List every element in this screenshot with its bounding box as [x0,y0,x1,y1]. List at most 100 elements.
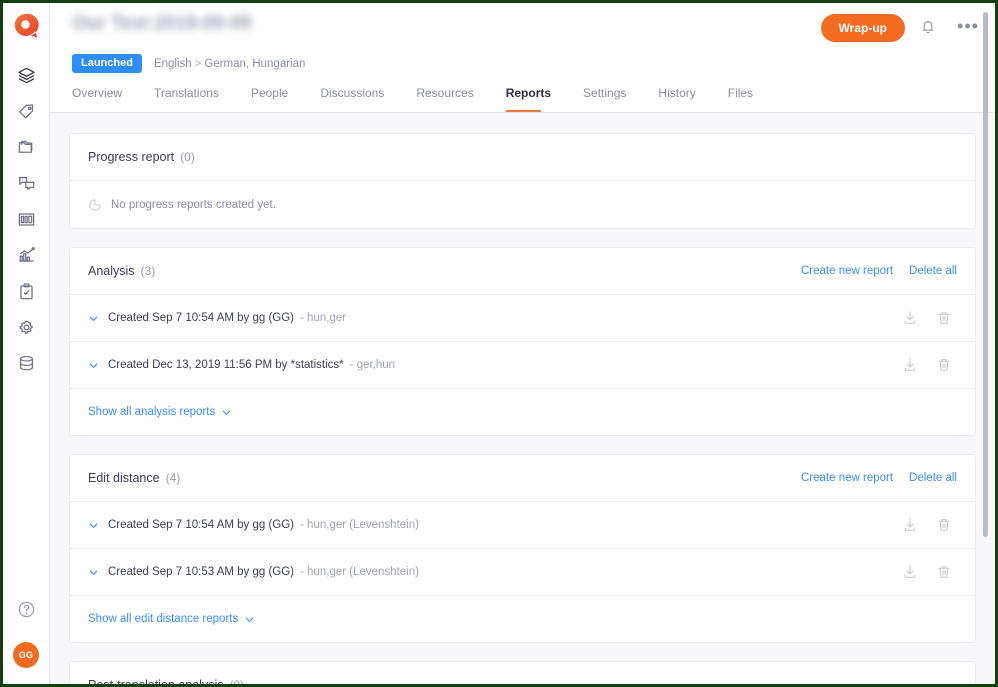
report-meta: - hun,ger (Levenshtein) [300,519,419,531]
tab-files[interactable]: Files [728,86,775,112]
avatar[interactable]: GG [13,642,39,668]
edit-distance-show-all-row[interactable]: Show all edit distance reports [70,596,975,642]
edit-distance-title: Edit distance [88,471,160,485]
sidebar-item-projects[interactable] [3,57,50,93]
chat-icon [17,174,36,193]
chevron-down-icon [244,614,255,625]
download-icon[interactable] [893,348,927,382]
analysis-count: (3) [141,264,156,278]
tab-history[interactable]: History [658,86,717,112]
edit-distance-create-new-report-link[interactable]: Create new report [801,472,893,484]
app-window: GG Our Text 2019-09-09 Wrap-up ••• Launc… [0,0,998,687]
edit-distance-card: Edit distance (4) Create new report Dele… [69,454,976,643]
edit-distance-delete-all-link[interactable]: Delete all [909,472,957,484]
post-translation-analysis-title: Post-translation analysis [88,678,223,684]
sidebar-item-storage[interactable] [3,345,50,381]
report-meta: - ger,hun [350,359,395,371]
sidebar-item-settings[interactable] [3,309,50,345]
pie-chart-icon [88,198,102,212]
wrap-up-button[interactable]: Wrap-up [821,14,905,42]
sidebar-item-resources[interactable] [3,201,50,237]
chevron-down-icon[interactable] [88,520,99,531]
left-sidebar: GG [3,3,50,684]
progress-report-empty-text: No progress reports created yet. [111,199,276,211]
post-translation-analysis-count: (0) [229,678,244,684]
report-meta: - hun,ger [300,312,346,324]
trash-icon[interactable] [927,301,961,335]
clipboard-check-icon [17,282,36,301]
show-all-edit-distance-reports-link[interactable]: Show all edit distance reports [88,613,238,625]
progress-report-title: Progress report [88,150,174,164]
sidebar-item-folders[interactable] [3,129,50,165]
sidebar-item-tags[interactable] [3,93,50,129]
gear-icon [17,318,36,337]
progress-report-count: (0) [180,150,195,164]
tab-overview[interactable]: Overview [72,86,144,112]
table-row[interactable]: Created Sep 7 10:54 AM by gg (GG) - hun,… [70,295,975,342]
status-row: Launched English>German, Hungarian [72,54,305,73]
report-label: Created Sep 7 10:53 AM by gg (GG) [108,566,294,578]
page-scrollbar[interactable] [983,6,992,687]
sidebar-item-tasks[interactable] [3,273,50,309]
chevron-down-icon[interactable] [88,567,99,578]
layers-icon [17,66,36,85]
tab-discussions[interactable]: Discussions [320,86,406,112]
analysis-show-all-row[interactable]: Show all analysis reports [70,389,975,435]
database-icon [17,354,36,373]
tab-people[interactable]: People [251,86,310,112]
page-title: Our Text 2019-09-09 [72,13,251,35]
show-all-analysis-reports-link[interactable]: Show all analysis reports [88,406,215,418]
bell-icon [919,22,937,39]
progress-report-header: Progress report (0) [70,134,975,181]
edit-distance-count: (4) [166,471,181,485]
tag-icon [17,102,36,121]
help-circle-icon [17,606,36,623]
help-button[interactable] [17,600,36,624]
download-icon[interactable] [893,508,927,542]
more-options-button[interactable]: ••• [957,17,979,35]
report-meta: - hun,ger (Levenshtein) [300,566,419,578]
folder-icon [17,138,36,157]
chevron-down-icon[interactable] [88,313,99,324]
avatar-initials: GG [19,650,34,660]
breadcrumb-source: English [154,58,192,70]
table-row[interactable]: Created Dec 13, 2019 11:56 PM by *statis… [70,342,975,389]
trash-icon[interactable] [927,555,961,589]
analysis-create-new-report-link[interactable]: Create new report [801,265,893,277]
notifications-button[interactable] [919,17,937,40]
analytics-icon [17,246,36,265]
sidebar-item-analytics[interactable] [3,237,50,273]
download-icon[interactable] [893,301,927,335]
status-badge[interactable]: Launched [72,54,142,73]
report-label: Created Dec 13, 2019 11:56 PM by *statis… [108,359,344,371]
scrollbar-thumb[interactable] [983,12,988,537]
breadcrumb: English>German, Hungarian [154,58,305,70]
analysis-title: Analysis [88,264,135,278]
trash-icon[interactable] [927,508,961,542]
report-label: Created Sep 7 10:54 AM by gg (GG) [108,312,294,324]
trash-icon[interactable] [927,348,961,382]
edit-distance-header: Edit distance (4) Create new report Dele… [70,455,975,502]
tab-resources[interactable]: Resources [416,86,495,112]
breadcrumb-separator: > [195,58,202,70]
post-translation-analysis-card: Post-translation analysis (0) [69,661,976,684]
page-header: Our Text 2019-09-09 Wrap-up ••• Launched… [50,3,995,113]
table-row[interactable]: Created Sep 7 10:53 AM by gg (GG) - hun,… [70,549,975,596]
report-label: Created Sep 7 10:54 AM by gg (GG) [108,519,294,531]
chevron-down-icon[interactable] [88,360,99,371]
download-icon[interactable] [893,555,927,589]
memoq-logo[interactable] [11,11,41,41]
breadcrumb-target: German, Hungarian [204,58,305,70]
tab-translations[interactable]: Translations [154,86,241,112]
analysis-card: Analysis (3) Create new report Delete al… [69,247,976,436]
tab-bar: Overview Translations People Discussions… [72,86,785,112]
chevron-down-icon [221,407,232,418]
analysis-header: Analysis (3) Create new report Delete al… [70,248,975,295]
analysis-delete-all-link[interactable]: Delete all [909,265,957,277]
tab-settings[interactable]: Settings [583,86,648,112]
ellipsis-icon: ••• [957,16,979,36]
sidebar-item-discussions[interactable] [3,165,50,201]
tab-reports[interactable]: Reports [506,86,573,112]
table-row[interactable]: Created Sep 7 10:54 AM by gg (GG) - hun,… [70,502,975,549]
progress-report-card: Progress report (0) No progress reports … [69,133,976,229]
